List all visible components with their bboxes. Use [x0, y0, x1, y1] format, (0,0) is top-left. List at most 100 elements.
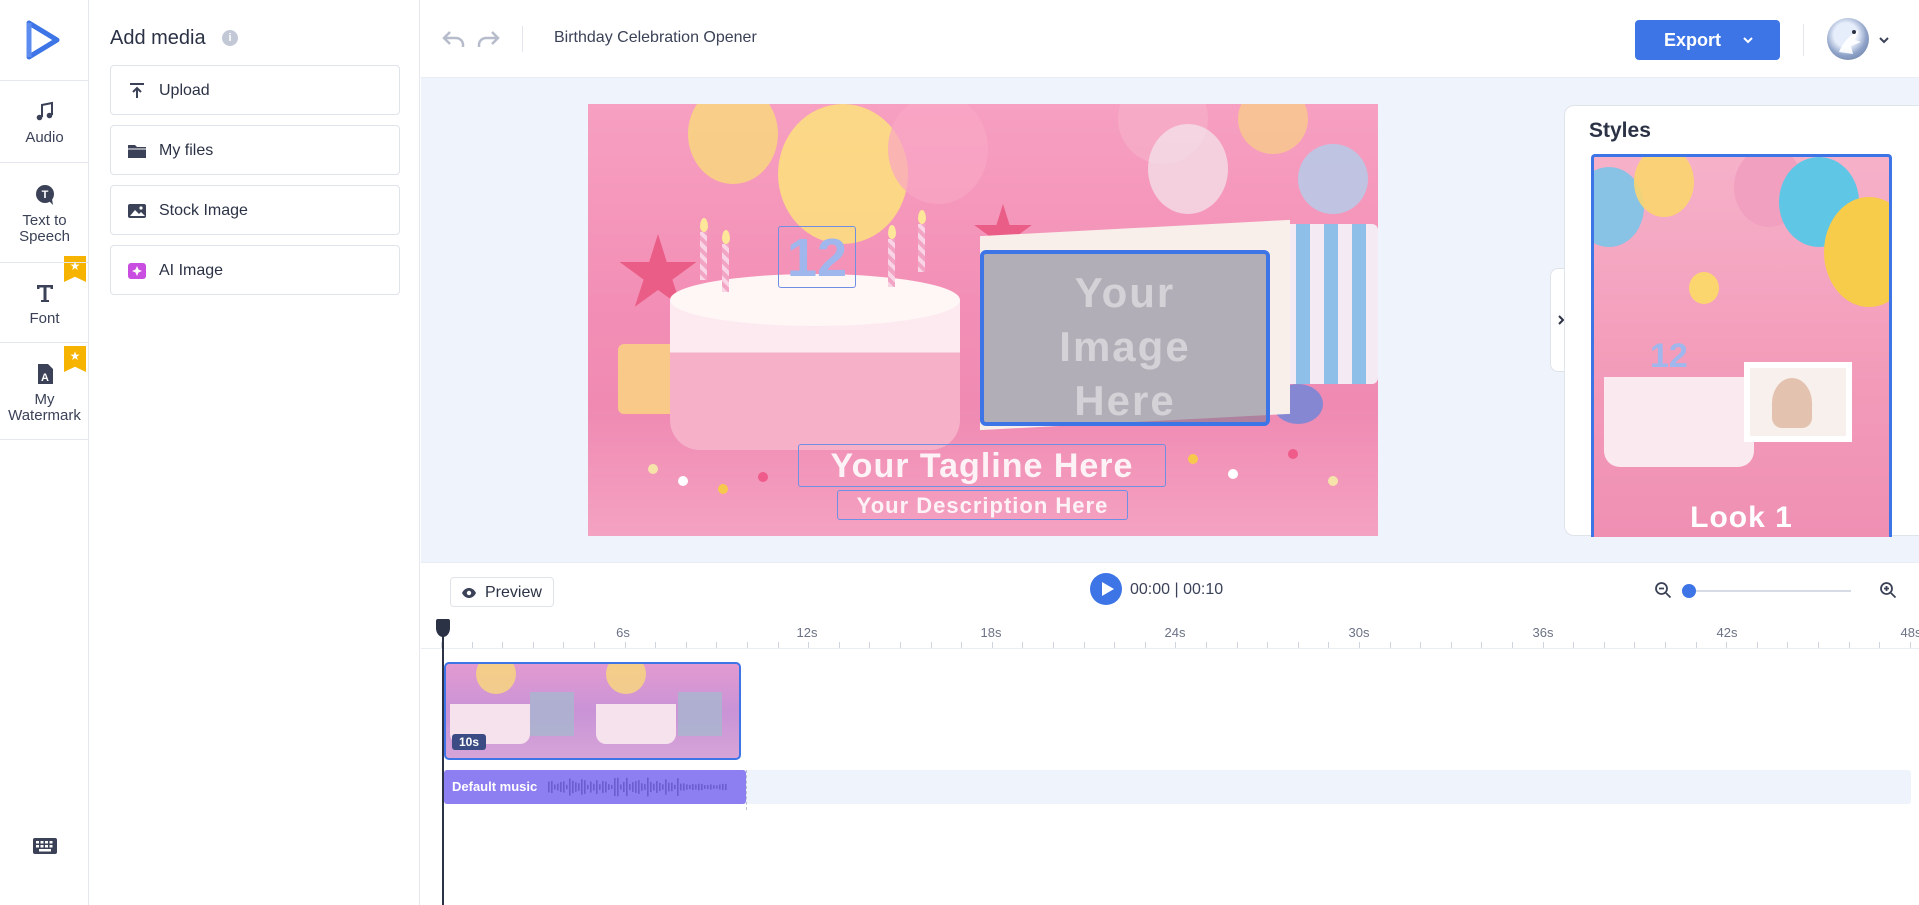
- ruler-label: 12s: [796, 625, 818, 640]
- ruler-tick: [502, 642, 504, 648]
- timeline-panel: Preview 00:00 | 00:10 6s 12s 18s 24s 30s…: [421, 562, 1919, 905]
- timeline-ruler[interactable]: 6s 12s 18s 24s 30s 36s 42s 48s: [421, 619, 1919, 649]
- undo-icon[interactable]: [441, 28, 467, 50]
- ruler-tick: [1083, 642, 1085, 648]
- preview-stage: 12 Your Image Here Your Tagline Here You…: [421, 78, 1919, 562]
- stock-image-button[interactable]: Stock Image: [110, 185, 400, 235]
- style-card-look-1[interactable]: 12 Look 1: [1591, 154, 1892, 537]
- waveform-bar: [662, 784, 664, 790]
- waveform-bar: [653, 783, 655, 791]
- balloon-decor: [888, 104, 988, 204]
- balloon-decor: [1634, 157, 1694, 217]
- tagline-text-layer[interactable]: Your Tagline Here: [798, 444, 1166, 487]
- waveform-bar: [677, 778, 679, 796]
- upload-button[interactable]: Upload: [110, 65, 400, 115]
- toolbar-divider: [1803, 24, 1804, 56]
- styles-panel: Styles 12 Look 1: [1564, 105, 1919, 537]
- waveform-bar: [641, 783, 643, 791]
- chevron-down-icon[interactable]: [1878, 34, 1890, 46]
- waveform-bar: [590, 781, 592, 793]
- waveform-bar: [587, 784, 589, 790]
- redo-icon[interactable]: [475, 28, 501, 50]
- rail-item-audio[interactable]: Audio: [0, 100, 89, 146]
- zoom-in-icon[interactable]: [1879, 581, 1897, 599]
- photo-card-decor: [1744, 362, 1852, 442]
- waveform-bar: [710, 784, 712, 790]
- waveform-bar: [656, 781, 658, 793]
- clip-thumb-decor: [596, 704, 676, 744]
- image-placeholder-slot[interactable]: Your Image Here: [980, 250, 1270, 426]
- waveform-bar: [584, 780, 586, 794]
- waveform-bar: [692, 784, 694, 790]
- sprinkle-decor: [718, 484, 728, 494]
- clip-thumb-decor: [530, 692, 574, 736]
- eye-icon: [462, 588, 476, 598]
- ruler-tick: [624, 642, 626, 648]
- ruler-tick: [716, 642, 718, 648]
- zoom-slider-track[interactable]: [1688, 590, 1851, 592]
- waveform-bar: [725, 783, 727, 791]
- watermark-icon: A: [37, 364, 53, 384]
- rail-item-text-to-speech[interactable]: T Text to Speech: [0, 183, 89, 245]
- waveform-bar: [578, 783, 580, 791]
- waveform-bar: [635, 781, 637, 793]
- waveform-bar: [566, 784, 568, 790]
- sprinkle-decor: [1328, 476, 1338, 486]
- play-button[interactable]: [1090, 573, 1122, 605]
- number-text-layer[interactable]: 12: [778, 226, 856, 288]
- avatar[interactable]: [1827, 18, 1869, 60]
- ruler-tick: [1512, 642, 1513, 648]
- ruler-tick: [1022, 642, 1024, 648]
- ruler-tick: [777, 642, 779, 648]
- rail-label-audio: Audio: [25, 129, 64, 146]
- ruler-tick: [1542, 642, 1544, 648]
- image-icon: [128, 204, 146, 218]
- toolbar-divider: [522, 26, 523, 52]
- candle-decor: [700, 232, 707, 280]
- waveform-bar: [665, 779, 667, 795]
- rail-divider: [0, 342, 89, 343]
- time-readout: 00:00 | 00:10: [1130, 581, 1224, 598]
- cake-decor: [1604, 377, 1754, 467]
- waveform-bar: [650, 781, 652, 793]
- waveform-bar: [557, 783, 559, 791]
- waveform-bar: [620, 784, 622, 790]
- waveform-bar: [644, 784, 646, 790]
- waveform-bar: [605, 781, 607, 793]
- zoom-out-icon[interactable]: [1654, 581, 1672, 599]
- ruler-tick: [1389, 642, 1391, 648]
- waveform-bar: [560, 781, 562, 793]
- export-button[interactable]: Export: [1635, 20, 1780, 60]
- waveform-bar: [569, 778, 571, 796]
- rail-label-font: Font: [29, 310, 60, 327]
- video-canvas[interactable]: 12 Your Image Here Your Tagline Here You…: [588, 104, 1378, 536]
- ruler-tick: [1818, 642, 1819, 648]
- project-title[interactable]: Birthday Celebration Opener: [554, 29, 757, 47]
- rail-item-font[interactable]: Font: [0, 281, 89, 327]
- description-text-layer[interactable]: Your Description Here: [837, 490, 1128, 520]
- waveform-bar: [575, 782, 577, 792]
- flame-decor: [918, 210, 926, 224]
- waveform-bar: [680, 783, 682, 791]
- ruler-tick: [1634, 642, 1636, 648]
- preview-button[interactable]: Preview: [450, 577, 554, 607]
- music-note-icon: [36, 101, 53, 121]
- video-clip[interactable]: 10s: [444, 662, 741, 760]
- waveform-bar: [608, 784, 610, 790]
- info-icon[interactable]: i: [222, 30, 238, 46]
- music-clip[interactable]: Default music: [444, 770, 746, 804]
- zoom-slider-handle[interactable]: [1682, 584, 1696, 598]
- rail-item-watermark[interactable]: A My Watermark: [0, 362, 89, 424]
- waveform-bar: [563, 781, 565, 793]
- keyboard-icon[interactable]: [32, 836, 58, 856]
- export-label: Export: [1664, 30, 1722, 50]
- ruler-tick: [1787, 642, 1789, 648]
- ai-image-button[interactable]: AI Image: [110, 245, 400, 295]
- waveform-bar: [614, 777, 616, 797]
- ruler-tick: [1756, 642, 1758, 648]
- waveform-bar: [596, 780, 598, 794]
- my-files-button[interactable]: My files: [110, 125, 400, 175]
- app-logo[interactable]: [26, 20, 60, 60]
- ruler-tick: [1726, 642, 1728, 648]
- rail-label-watermark: My Watermark: [8, 391, 81, 424]
